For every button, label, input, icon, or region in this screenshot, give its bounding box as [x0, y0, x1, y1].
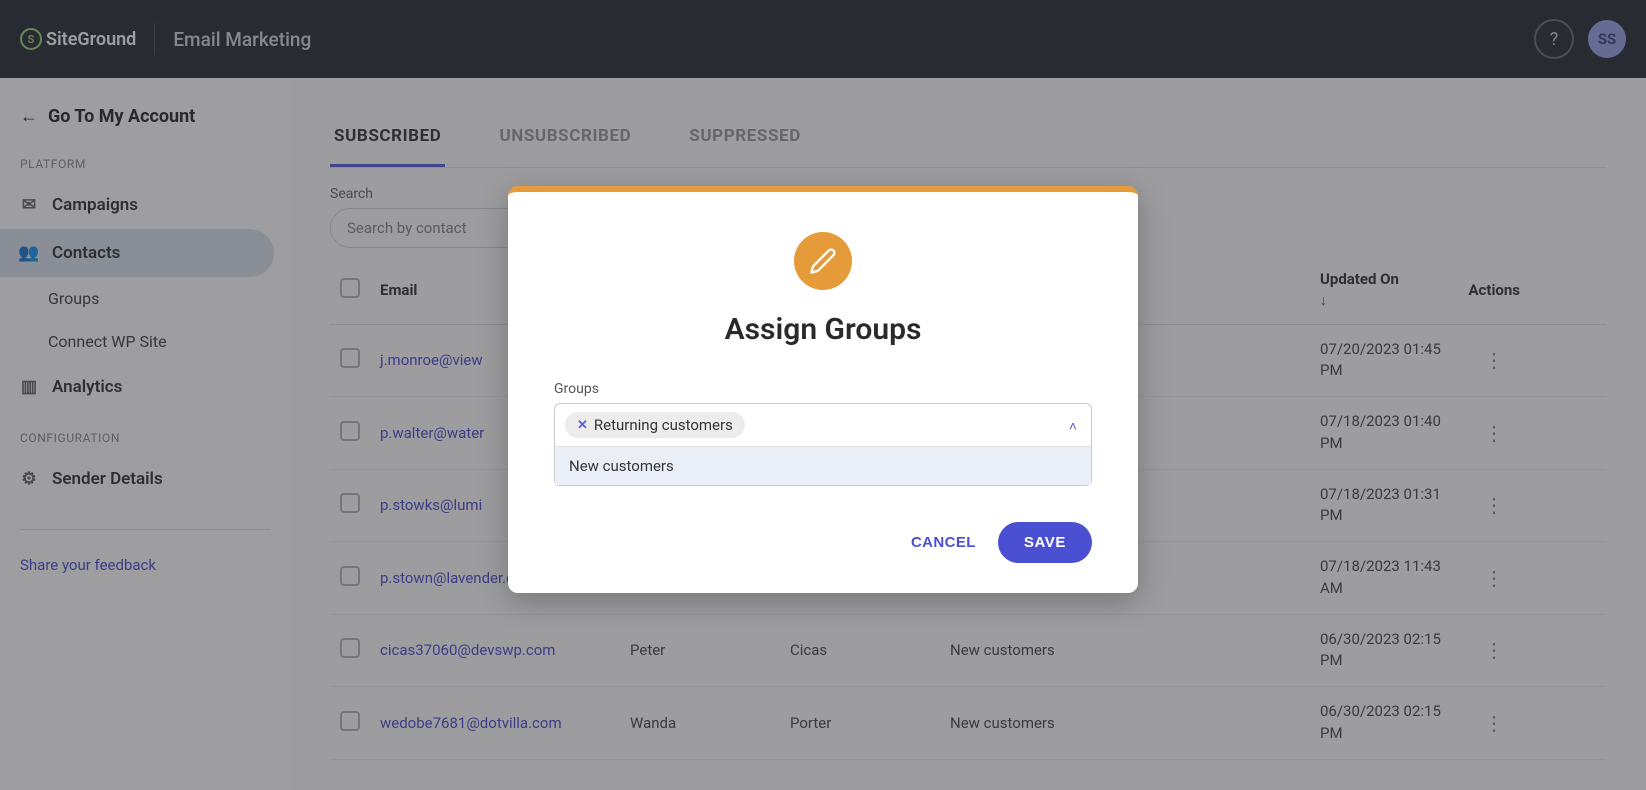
modal-title: Assign Groups: [554, 312, 1092, 347]
save-button[interactable]: SAVE: [998, 522, 1092, 563]
cancel-button[interactable]: CANCEL: [911, 534, 976, 551]
assign-groups-modal: Assign Groups Groups ✕ Returning custome…: [508, 186, 1138, 593]
chevron-up-icon[interactable]: ˄: [1069, 418, 1077, 435]
chip-label: Returning customers: [594, 416, 733, 434]
pencil-icon: [809, 247, 837, 275]
groups-multiselect[interactable]: ✕ Returning customers ˄ New customers: [554, 403, 1092, 486]
chip-remove-icon[interactable]: ✕: [577, 418, 588, 433]
dropdown-option-new-customers[interactable]: New customers: [555, 446, 1091, 485]
selected-group-chip: ✕ Returning customers: [565, 412, 745, 438]
modal-groups-label: Groups: [554, 381, 1092, 397]
modal-header-icon: [794, 232, 852, 290]
